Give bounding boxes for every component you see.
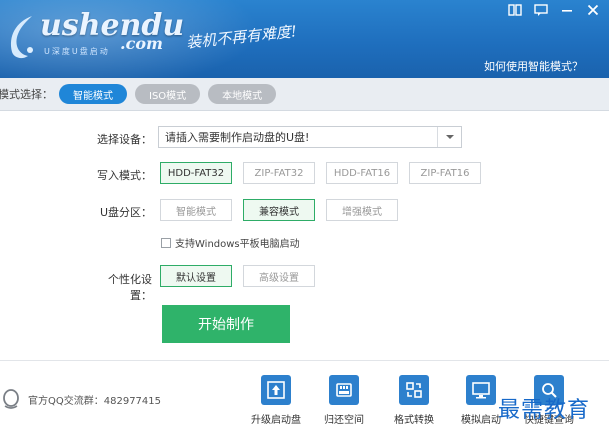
format-convert-button[interactable]: 格式转换	[382, 375, 446, 426]
upgrade-icon	[261, 375, 291, 405]
smart-mode-help-link[interactable]: 如何使用智能模式？	[484, 58, 583, 74]
chevron-down-icon	[445, 135, 454, 139]
minimize-button[interactable]	[559, 2, 575, 18]
restore-space-icon	[329, 375, 359, 405]
restore-space-label: 归还空间	[324, 415, 364, 426]
format-convert-label: 格式转换	[394, 415, 434, 426]
personalize-option-default[interactable]: 默认设置	[160, 265, 232, 287]
simulate-boot-icon	[466, 375, 496, 405]
tablet-boot-label: 支持Windows平板电脑启动	[175, 239, 300, 250]
tab-smart-mode[interactable]: 智能模式	[59, 84, 127, 104]
logo-subtitle: U深度U盘启动	[44, 47, 110, 56]
write-option-hdd-fat32[interactable]: HDD-FAT32	[160, 162, 232, 184]
personalize-option-advanced[interactable]: 高级设置	[243, 265, 315, 287]
logo-domain: .com	[120, 34, 163, 53]
personalize-label: 个性化设置：	[108, 273, 152, 302]
write-option-zip-fat16[interactable]: ZIP-FAT16	[409, 162, 481, 184]
write-option-hdd-fat16[interactable]: HDD-FAT16	[326, 162, 398, 184]
tab-local-mode[interactable]: 本地模式	[208, 84, 277, 104]
message-icon	[534, 4, 548, 16]
tablet-boot-checkbox[interactable]	[161, 237, 171, 248]
simulate-boot-label: 模拟启动	[461, 415, 501, 426]
title-bar: ushendu .com U深度U盘启动 装机不再有难度! 如何使用智能模式？	[0, 0, 609, 78]
device-select-arrow[interactable]	[437, 127, 461, 147]
tab-iso-mode[interactable]: ISO模式	[135, 84, 201, 104]
partition-option-compatible[interactable]: 兼容模式	[243, 199, 315, 221]
window-controls	[507, 2, 601, 18]
menu-button[interactable]	[533, 2, 549, 18]
skin-button[interactable]	[507, 2, 523, 18]
write-mode-label: 写入模式：	[97, 169, 152, 182]
write-option-zip-fat32[interactable]: ZIP-FAT32	[243, 162, 315, 184]
watermark-text: 最需教育	[498, 398, 591, 423]
format-convert-icon	[399, 375, 429, 405]
start-make-button[interactable]: 开始制作	[162, 305, 290, 343]
mode-label: 模式选择：	[0, 88, 53, 101]
close-icon	[587, 4, 599, 16]
partition-option-enhanced[interactable]: 增强模式	[326, 199, 398, 221]
tablet-boot-option[interactable]: 支持Windows平板电脑启动	[161, 235, 300, 250]
partition-option-smart[interactable]: 智能模式	[160, 199, 232, 221]
qq-group-text: 官方QQ交流群：482977415	[28, 396, 162, 407]
upgrade-boot-disk-button[interactable]: 升级启动盘	[244, 375, 308, 426]
device-select[interactable]: 请插入需要制作启动盘的U盘!	[158, 126, 462, 148]
device-label: 选择设备：	[97, 133, 152, 146]
partition-label: U盘分区：	[99, 206, 152, 219]
skin-icon	[508, 4, 522, 16]
device-select-value: 请插入需要制作启动盘的U盘!	[165, 131, 310, 144]
restore-space-button[interactable]: 归还空间	[312, 375, 376, 426]
logo-swoosh-icon	[10, 16, 33, 59]
minimize-icon	[562, 10, 572, 12]
mode-selector: 模式选择： 智能模式 ISO模式 本地模式	[0, 78, 609, 111]
close-button[interactable]	[585, 2, 601, 18]
upgrade-label: 升级启动盘	[251, 415, 301, 426]
qq-penguin-icon	[3, 389, 19, 409]
